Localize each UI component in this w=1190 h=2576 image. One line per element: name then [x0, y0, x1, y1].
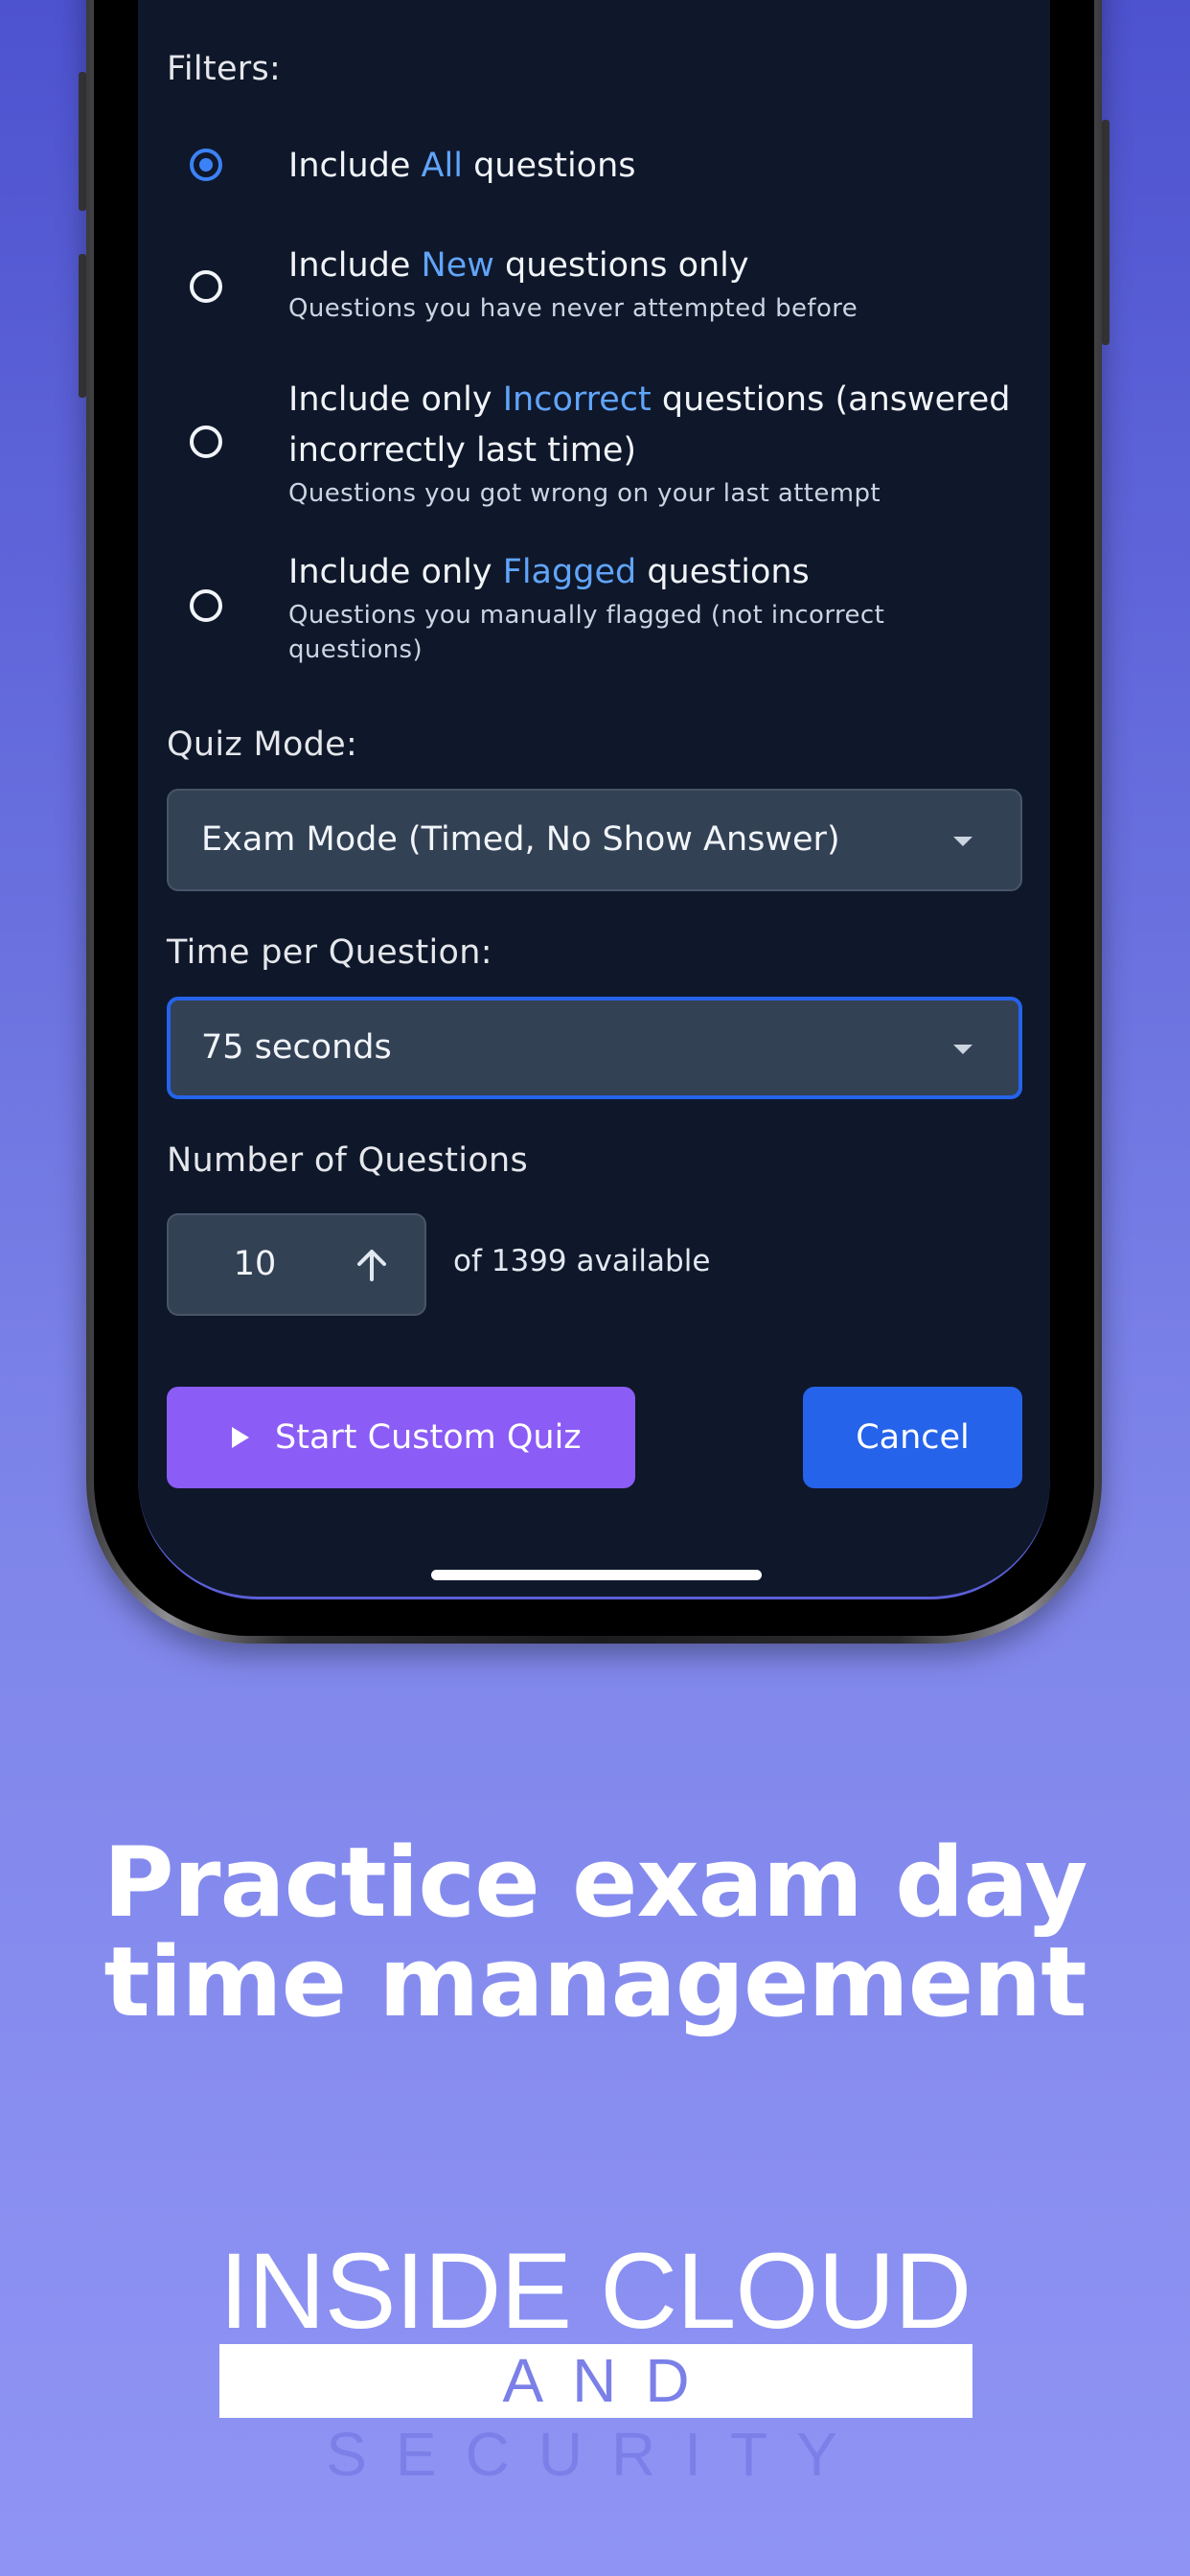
option-text: questions (answered	[651, 380, 1011, 419]
option-text: questions	[462, 147, 636, 185]
filter-option-incorrect-title-line2: incorrectly last time)	[288, 431, 637, 470]
option-highlight: Incorrect	[502, 380, 652, 419]
option-text: Include only	[288, 553, 503, 591]
option-text: Include	[288, 246, 422, 285]
caret-down-icon	[953, 1045, 973, 1054]
option-highlight: New	[421, 246, 494, 285]
quiz-mode-select[interactable]: Exam Mode (Timed, No Show Answer)	[167, 789, 1022, 891]
time-per-question-select[interactable]: 75 seconds	[167, 997, 1022, 1099]
filter-option-incorrect-title: Include only Incorrect questions (answer…	[288, 375, 1011, 426]
radio-flagged[interactable]	[190, 589, 222, 622]
number-of-questions-label: Number of Questions	[167, 1141, 529, 1180]
time-per-question-value: 75 seconds	[201, 1028, 392, 1067]
option-text: Include	[288, 147, 422, 185]
filter-option-flagged-title: Include only Flagged questions	[288, 547, 810, 598]
question-count-input[interactable]: 10	[169, 1215, 341, 1314]
question-count-stepper[interactable]: 10	[167, 1213, 426, 1316]
headline-line-1: Practice exam day	[103, 1826, 1088, 1939]
start-custom-quiz-button[interactable]: Start Custom Quiz	[167, 1387, 635, 1488]
home-indicator	[431, 1570, 762, 1580]
time-per-question-label: Time per Question:	[167, 933, 492, 972]
logo-inside-cloud: INSIDE CLOUD	[218, 2231, 973, 2351]
filter-option-new-title: Include New questions only	[288, 241, 749, 291]
cancel-button[interactable]: Cancel	[803, 1387, 1022, 1488]
option-text: Include only	[288, 380, 503, 419]
logo-and-security: AND SECURITY	[326, 2346, 866, 2489]
marketing-headline: Practice exam day time management	[0, 1832, 1190, 2032]
filter-option-flagged-subtitle-line1: Questions you manually flagged (not inco…	[288, 601, 885, 630]
filters-heading: Filters:	[167, 50, 282, 88]
logo-banner: AND SECURITY	[219, 2344, 973, 2489]
option-text: questions only	[493, 246, 749, 285]
option-highlight: All	[421, 147, 463, 185]
radio-all[interactable]	[190, 149, 222, 181]
quiz-mode-value: Exam Mode (Timed, No Show Answer)	[201, 820, 840, 859]
caret-down-icon	[953, 837, 973, 846]
available-count-text: of 1399 available	[453, 1244, 711, 1278]
option-highlight: Flagged	[502, 553, 637, 591]
filter-option-flagged-subtitle-line2: questions)	[288, 635, 423, 664]
filter-option-incorrect-subtitle: Questions you got wrong on your last att…	[288, 479, 881, 508]
radio-new[interactable]	[190, 270, 222, 303]
quiz-mode-label: Quiz Mode:	[167, 725, 358, 764]
quiz-settings-screen: Filters: Include All questions Include N…	[85, 0, 1106, 1629]
arrow-up-icon[interactable]	[355, 1248, 389, 1282]
filter-option-all-title: Include All questions	[288, 141, 636, 192]
cancel-label: Cancel	[856, 1418, 970, 1457]
option-text: questions	[636, 553, 810, 591]
start-custom-quiz-label: Start Custom Quiz	[275, 1418, 582, 1457]
headline-line-2: time management	[103, 1925, 1087, 2038]
radio-incorrect[interactable]	[190, 426, 222, 458]
play-icon	[232, 1427, 249, 1448]
filter-option-new-subtitle: Questions you have never attempted befor…	[288, 294, 858, 323]
